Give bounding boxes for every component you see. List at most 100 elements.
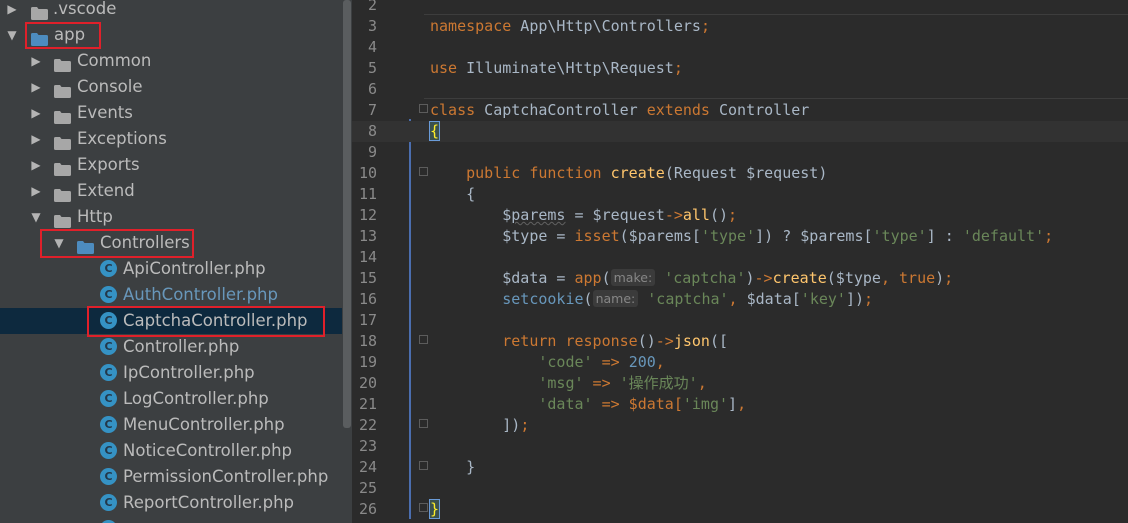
code-token: create: [610, 164, 665, 182]
code-token: namespace: [430, 17, 512, 35]
code-token: return: [502, 332, 557, 350]
code-token: $data[: [737, 290, 801, 308]
code-line-3[interactable]: 3 namespace App\Http\Controllers;: [352, 16, 1128, 37]
code-token: ,: [880, 269, 890, 287]
tree-item-logcontroller[interactable]: C LogController.php: [0, 386, 342, 412]
code-line-8[interactable]: 8{: [352, 121, 1128, 142]
tree-item-label: Events: [77, 103, 133, 122]
code-line-9[interactable]: 9: [352, 142, 1128, 163]
code-line-24[interactable]: 24 }: [352, 457, 1128, 478]
expand-arrow-down-icon[interactable]: ▼: [52, 230, 66, 256]
code-line-21[interactable]: 21 'data' => $data['img'],: [352, 394, 1128, 415]
collapse-arrow-right-icon[interactable]: ▶: [5, 0, 19, 22]
fold-marker-icon[interactable]: [419, 335, 428, 344]
code-line-15[interactable]: 15 $data = app(make: 'captcha')->create(…: [352, 268, 1128, 289]
fold-marker-icon[interactable]: [419, 167, 428, 176]
code-line-11[interactable]: 11 {: [352, 184, 1128, 205]
line-number: 14: [358, 248, 377, 266]
fold-marker-icon[interactable]: [419, 461, 428, 470]
tree-item-events[interactable]: ▶ Events: [0, 100, 342, 126]
php-class-icon: C: [100, 312, 117, 329]
code-line-6[interactable]: 6: [352, 79, 1128, 100]
tree-item-controllers[interactable]: ▼ Controllers: [0, 230, 342, 256]
code-line-26[interactable]: 26}: [352, 499, 1128, 520]
code-token: 'img': [682, 395, 729, 413]
code-line-19[interactable]: 19 'code' => 200,: [352, 352, 1128, 373]
code-editor[interactable]: 2 3 namespace App\Http\Controllers; 4 5 use I…: [352, 0, 1128, 523]
collapse-arrow-right-icon[interactable]: ▶: [29, 178, 43, 204]
tree-item-extend[interactable]: ▶ Extend: [0, 178, 342, 204]
code-line-10[interactable]: 10 public function create(Request $reque…: [352, 163, 1128, 184]
tree-item-vscode[interactable]: ▶ .vscode: [0, 0, 342, 22]
expand-arrow-down-icon[interactable]: ▼: [29, 204, 43, 230]
tree-item-cut-off[interactable]: C: [0, 516, 342, 523]
tree-item-exports[interactable]: ▶ Exports: [0, 152, 342, 178]
collapse-arrow-right-icon[interactable]: ▶: [29, 100, 43, 126]
fold-marker-icon[interactable]: [419, 419, 428, 428]
code-line-7[interactable]: 7 class CaptchaController extends Control…: [352, 100, 1128, 121]
line-number: 22: [358, 416, 377, 434]
collapse-arrow-right-icon[interactable]: ▶: [29, 152, 43, 178]
code-line-22[interactable]: 22 ]);: [352, 415, 1128, 436]
code-line-23[interactable]: 23: [352, 436, 1128, 457]
method-separator: [424, 14, 1128, 15]
tree-item-label: Http: [77, 207, 113, 226]
code-line-4[interactable]: 4: [352, 37, 1128, 58]
tree-item-exceptions[interactable]: ▶ Exceptions: [0, 126, 342, 152]
code-line-5[interactable]: 5 use Illuminate\Http\Request;: [352, 58, 1128, 79]
code-token: create: [772, 269, 827, 287]
code-line-16[interactable]: 16 setcookie(name: 'captcha', $data['key…: [352, 289, 1128, 310]
tree-item-common[interactable]: ▶ Common: [0, 48, 342, 74]
collapse-arrow-right-icon[interactable]: ▶: [29, 126, 43, 152]
tree-scrollbar-thumb[interactable]: [343, 0, 351, 428]
tree-item-controller[interactable]: C Controller.php: [0, 334, 342, 360]
tree-item-label: Exports: [77, 155, 140, 174]
tree-item-authcontroller[interactable]: C AuthController.php: [0, 282, 342, 308]
fold-marker-icon[interactable]: [419, 503, 428, 512]
tree-item-ipcontroller[interactable]: C IpController.php: [0, 360, 342, 386]
code-text: $parems = $request->all();: [430, 205, 737, 226]
code-line-17[interactable]: 17: [352, 310, 1128, 331]
tree-item-http[interactable]: ▼ Http: [0, 204, 342, 230]
code-line-13[interactable]: 13 $type = isset($parems['type']) ? $par…: [352, 226, 1128, 247]
code-token: 'captcha': [664, 269, 746, 287]
collapse-arrow-right-icon[interactable]: ▶: [29, 74, 43, 100]
tree-item-label: NoticeController.php: [123, 441, 293, 460]
expand-arrow-down-icon[interactable]: ▼: [5, 22, 19, 48]
code-text: }: [428, 499, 441, 520]
code-line-20[interactable]: 20 'msg' => '操作成功',: [352, 373, 1128, 394]
code-token: CaptchaController: [475, 101, 647, 119]
code-text: 'data' => $data['img'],: [430, 394, 746, 415]
tree-item-reportcontroller[interactable]: C ReportController.php: [0, 490, 342, 516]
tree-item-apicontroller[interactable]: C ApiController.php: [0, 256, 342, 282]
code-token: App\Http\Controllers: [511, 17, 701, 35]
code-line-25[interactable]: 25: [352, 478, 1128, 499]
tree-item-noticecontroller[interactable]: C NoticeController.php: [0, 438, 342, 464]
php-class-icon: C: [100, 338, 117, 355]
collapse-arrow-right-icon[interactable]: ▶: [29, 48, 43, 74]
tree-item-label: Controllers: [100, 233, 190, 252]
fold-marker-icon[interactable]: [419, 104, 428, 113]
tree-item-console[interactable]: ▶ Console: [0, 74, 342, 100]
code-token: all: [682, 206, 710, 224]
tree-item-captchacontroller[interactable]: C CaptchaController.php: [0, 308, 342, 334]
tree-item-label: Extend: [77, 181, 135, 200]
code-token: class: [430, 101, 476, 119]
code-token: 'captcha': [647, 290, 729, 308]
tree-item-label: ReportController.php: [123, 493, 294, 512]
folder-icon: [54, 158, 71, 176]
tree-item-app[interactable]: ▼ app: [0, 22, 342, 48]
tree-item-menucontroller[interactable]: C MenuController.php: [0, 412, 342, 438]
code-line-12[interactable]: 12 $parems = $request->all();: [352, 205, 1128, 226]
code-line-14[interactable]: 14: [352, 247, 1128, 268]
line-number: 25: [358, 479, 377, 497]
tree-item-permissioncontroller[interactable]: C PermissionController.php: [0, 464, 342, 490]
code-text: public function create(Request $request): [430, 163, 827, 184]
tree-item-label: CaptchaController.php: [123, 311, 308, 330]
code-line-18[interactable]: 18 return response()->json([: [352, 331, 1128, 352]
tree-item-label: Common: [77, 51, 152, 70]
code-token: ]): [845, 290, 865, 308]
